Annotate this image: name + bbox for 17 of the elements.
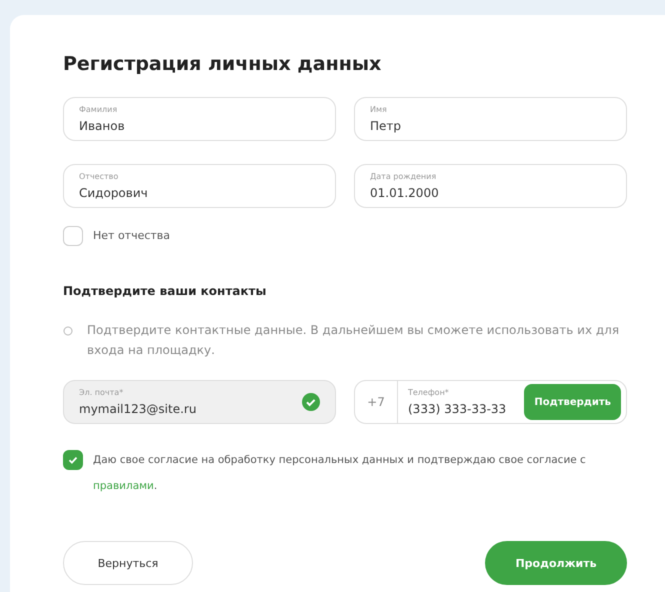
checkbox[interactable] — [63, 226, 83, 246]
text-field[interactable]: Фамилия Иванов — [63, 97, 336, 141]
check-icon — [67, 454, 79, 466]
consent-text: Даю свое согласие на обработку персональных данных и подтверждаю свое согласие с правилами. — [93, 453, 587, 494]
verified-icon — [302, 393, 320, 411]
phone-field[interactable]: +7 Телефон* (333) 333-33-33 Подтвердить — [354, 380, 627, 424]
text-field[interactable]: Дата рождения 01.01.2000 — [354, 164, 627, 208]
info-icon — [63, 326, 73, 336]
checkbox[interactable] — [63, 450, 83, 470]
text-field[interactable]: Имя Петр — [354, 97, 627, 141]
text-field[interactable]: Отчество Сидорович — [63, 164, 336, 208]
info-text: Подтвердите контактные данные. В дальнейшем вы сможете использовать их для входа на площадку. — [87, 322, 620, 359]
form-title: Регистрация личных данных — [63, 53, 382, 75]
section-heading: Подтвердите ваши контакты — [63, 284, 268, 298]
email-field[interactable]: Эл. почта* mymail123@site.ru — [63, 380, 336, 424]
back-button[interactable]: Вернуться — [63, 541, 193, 585]
checkbox-label: Нет отчества — [93, 228, 170, 244]
